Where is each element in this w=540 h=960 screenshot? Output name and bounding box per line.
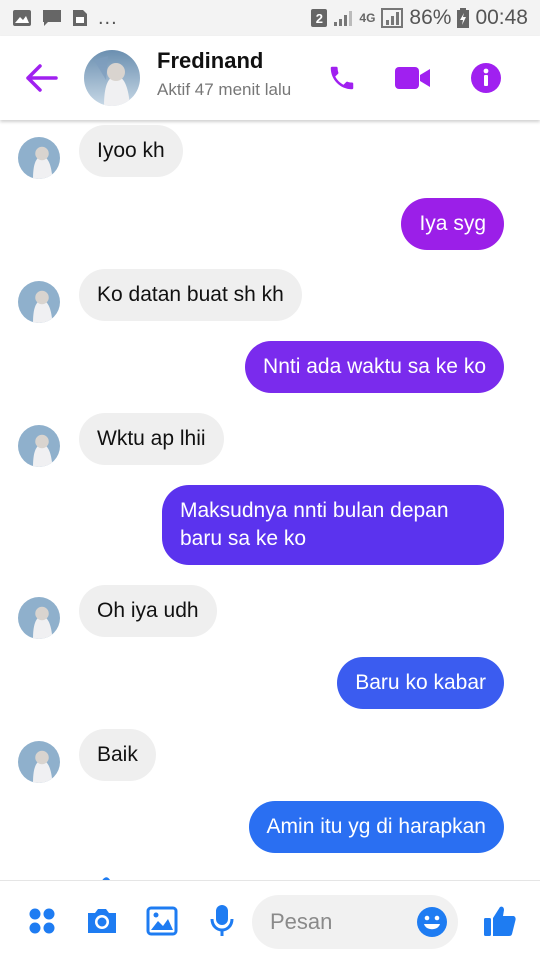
voice-message-button[interactable] xyxy=(202,901,242,941)
battery-percent: 86% xyxy=(409,6,452,29)
microphone-icon xyxy=(210,905,234,936)
sender-avatar[interactable] xyxy=(18,137,60,179)
back-button[interactable] xyxy=(24,62,60,94)
composer-bar xyxy=(0,880,540,960)
outgoing-message[interactable]: Baru ko kabar xyxy=(337,657,504,709)
avatar-image xyxy=(84,50,140,106)
message-input-container[interactable] xyxy=(252,895,458,949)
contact-active-status: Aktif 47 menit lalu xyxy=(157,80,292,99)
back-arrow-icon xyxy=(26,64,58,92)
apps-icon xyxy=(29,908,55,934)
more-notifications: ... xyxy=(98,6,118,29)
battery-icon xyxy=(457,8,470,28)
status-bar: ... 2 4G 86% 00:48 xyxy=(0,0,540,36)
outgoing-message[interactable]: Nnti ada waktu sa ke ko xyxy=(245,341,504,393)
phone-icon xyxy=(330,66,354,90)
sim-slot-badge: 2 xyxy=(311,9,328,27)
conversation-header: Fredinand Aktif 47 menit lalu xyxy=(0,36,540,120)
avatar-image xyxy=(18,281,60,323)
incoming-message[interactable]: Wktu ap lhii xyxy=(79,413,224,465)
gallery-button[interactable] xyxy=(142,901,182,941)
incoming-message[interactable]: Ko datan buat sh kh xyxy=(79,269,302,321)
incoming-message[interactable]: Iyoo kh xyxy=(79,125,183,177)
camera-button[interactable] xyxy=(82,901,122,941)
video-call-button[interactable] xyxy=(393,58,433,98)
incoming-message[interactable]: Oh iya udh xyxy=(79,585,217,637)
avatar-image xyxy=(18,137,60,179)
outgoing-message[interactable]: Amin itu yg di harapkan xyxy=(248,801,504,853)
signal-icon-2 xyxy=(381,8,404,28)
camera-icon xyxy=(88,909,116,933)
outgoing-message[interactable]: Maksudnya nnti bulan depan baru sa ke ko xyxy=(162,485,504,565)
sender-avatar[interactable] xyxy=(18,425,60,467)
more-apps-button[interactable] xyxy=(22,901,62,941)
voice-call-button[interactable] xyxy=(322,58,362,98)
video-camera-icon xyxy=(395,67,430,89)
message-thread[interactable]: Iyoo kh Iya syg Ko datan buat sh kh Nnti… xyxy=(0,120,540,880)
thumbs-up-icon xyxy=(484,906,516,936)
sender-avatar[interactable] xyxy=(18,597,60,639)
gallery-icon xyxy=(146,906,178,936)
incoming-message[interactable]: Baik xyxy=(79,729,156,781)
network-type: 4G xyxy=(359,11,376,25)
emoji-icon[interactable] xyxy=(416,906,448,938)
image-notification-icon xyxy=(13,10,31,26)
chat-notification-icon xyxy=(43,10,61,26)
avatar-image xyxy=(18,425,60,467)
avatar-image xyxy=(18,741,60,783)
sim-card-icon xyxy=(73,10,87,26)
clock: 00:48 xyxy=(475,6,528,29)
like-button[interactable] xyxy=(480,901,520,941)
info-icon xyxy=(471,63,501,93)
contact-avatar[interactable] xyxy=(84,50,140,106)
sender-avatar[interactable] xyxy=(18,741,60,783)
message-input[interactable] xyxy=(270,905,410,939)
conversation-info-button[interactable] xyxy=(466,58,506,98)
outgoing-message[interactable]: Iya syg xyxy=(401,198,504,250)
contact-name[interactable]: Fredinand xyxy=(157,48,263,74)
sender-avatar[interactable] xyxy=(18,281,60,323)
avatar-image xyxy=(18,597,60,639)
signal-icon-1 xyxy=(334,11,353,26)
